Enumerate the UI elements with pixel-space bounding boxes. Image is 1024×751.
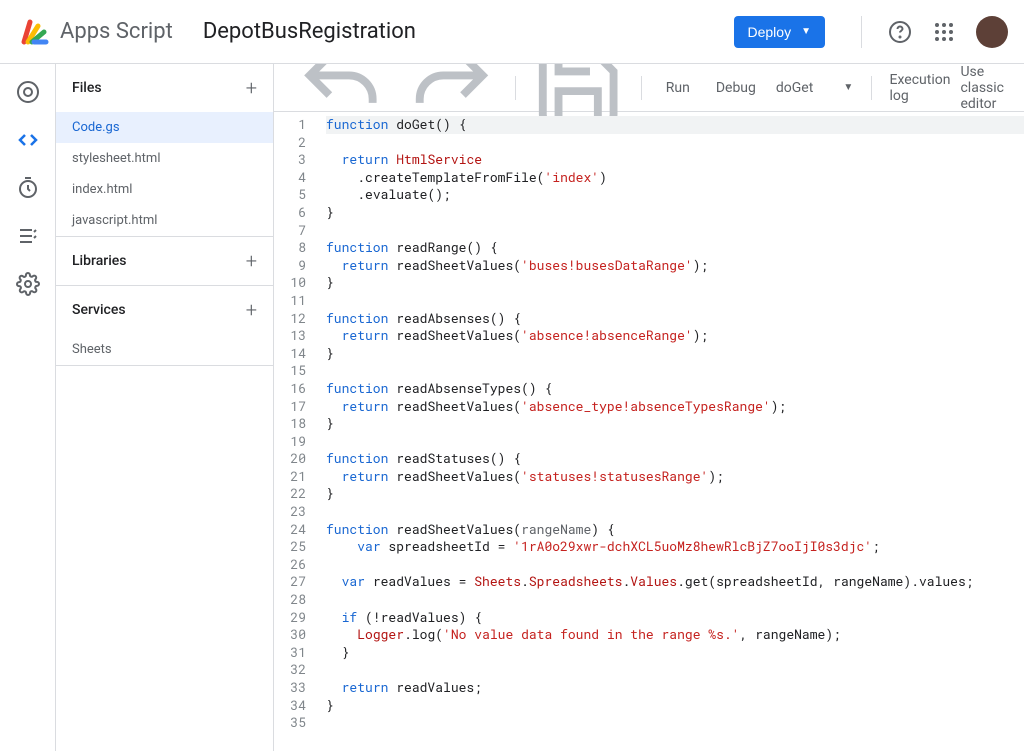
- add-file-icon[interactable]: +: [246, 76, 257, 100]
- files-section: Files + Code.gsstylesheet.htmlindex.html…: [56, 64, 273, 237]
- code-editor[interactable]: 1234567891011121314151617181920212223242…: [274, 112, 1024, 751]
- function-selector[interactable]: doGet ▼: [766, 74, 863, 102]
- files-label: Files: [72, 80, 102, 96]
- deploy-button-label: Deploy: [748, 24, 792, 40]
- file-item[interactable]: stylesheet.html: [56, 143, 273, 174]
- editor-area: Run Debug doGet ▼ Execution log Use clas…: [274, 64, 1024, 751]
- caret-down-icon: ▼: [843, 82, 853, 93]
- deploy-button[interactable]: Deploy ▼: [734, 16, 826, 48]
- apps-script-logo-icon: [16, 14, 52, 50]
- apps-icon[interactable]: [932, 20, 956, 44]
- user-avatar[interactable]: [976, 16, 1008, 48]
- run-button[interactable]: Run: [650, 74, 700, 102]
- settings-icon[interactable]: [16, 272, 40, 296]
- execution-log-label: Execution log: [890, 72, 951, 104]
- execution-log-button[interactable]: Execution log: [880, 66, 961, 110]
- libraries-header: Libraries +: [56, 237, 273, 285]
- executions-icon[interactable]: [16, 224, 40, 248]
- service-item[interactable]: Sheets: [56, 334, 273, 365]
- use-classic-editor-link[interactable]: Use classic editor: [960, 64, 1012, 112]
- divider: [861, 16, 862, 48]
- triggers-icon[interactable]: [16, 176, 40, 200]
- file-item[interactable]: index.html: [56, 174, 273, 205]
- app-header: Apps Script DepotBusRegistration Deploy …: [0, 0, 1024, 64]
- selected-function: doGet: [776, 80, 813, 96]
- run-label: Run: [666, 80, 690, 96]
- libraries-section: Libraries +: [56, 237, 273, 286]
- overview-icon[interactable]: [16, 80, 40, 104]
- services-section: Services + Sheets: [56, 286, 273, 366]
- brand-name: Apps Script: [60, 19, 173, 44]
- services-header: Services +: [56, 286, 273, 334]
- add-service-icon[interactable]: +: [246, 298, 257, 322]
- debug-label: Debug: [716, 80, 756, 96]
- nav-rail: [0, 64, 56, 751]
- files-header: Files +: [56, 64, 273, 112]
- libraries-label: Libraries: [72, 253, 126, 269]
- editor-icon[interactable]: [16, 128, 40, 152]
- help-icon[interactable]: [888, 20, 912, 44]
- code-content[interactable]: function doGet() { return HtmlService .c…: [316, 112, 1024, 751]
- line-gutter: 1234567891011121314151617181920212223242…: [274, 112, 316, 751]
- project-name[interactable]: DepotBusRegistration: [203, 19, 734, 44]
- file-item[interactable]: javascript.html: [56, 205, 273, 236]
- add-library-icon[interactable]: +: [246, 249, 257, 273]
- caret-down-icon: ▼: [801, 26, 811, 37]
- editor-toolbar: Run Debug doGet ▼ Execution log Use clas…: [274, 64, 1024, 112]
- file-item[interactable]: Code.gs: [56, 112, 273, 143]
- sidebar: Files + Code.gsstylesheet.htmlindex.html…: [56, 64, 274, 751]
- services-label: Services: [72, 302, 126, 318]
- debug-button[interactable]: Debug: [700, 74, 766, 102]
